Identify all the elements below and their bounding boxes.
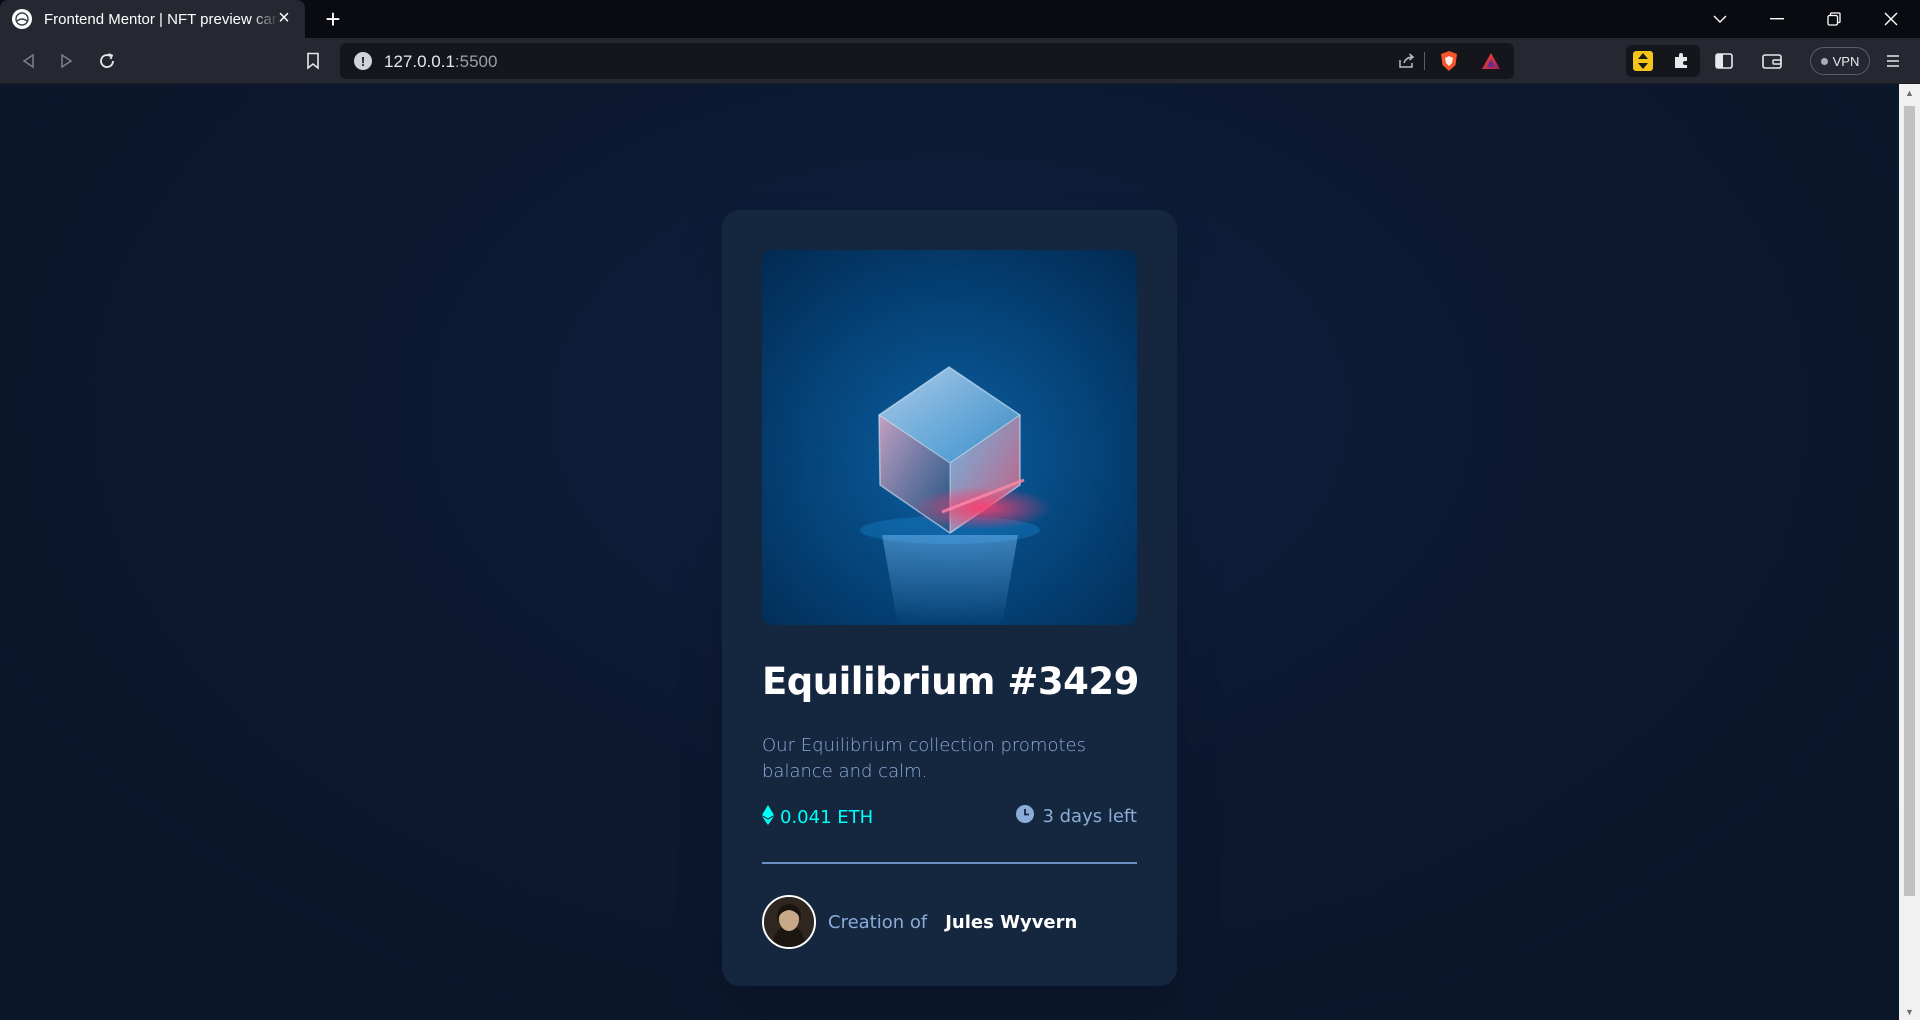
extensions-group bbox=[1626, 45, 1700, 77]
price-value: 0.041 ETH bbox=[780, 807, 874, 828]
forward-icon[interactable] bbox=[52, 46, 82, 76]
creator-prefix: Creation of bbox=[828, 911, 928, 933]
url-host: 127.0.0.1 bbox=[384, 52, 455, 71]
nft-description: Our Equilibrium collection promotes bala… bbox=[762, 735, 1086, 782]
info-icon[interactable]: ! bbox=[354, 52, 372, 70]
creator: Creation of Jules Wyvern bbox=[762, 895, 1077, 949]
scroll-up-icon[interactable]: ▲ bbox=[1899, 84, 1920, 101]
ethereum-icon bbox=[762, 805, 774, 830]
address-bar[interactable]: ! 127.0.0.1:5500 bbox=[340, 43, 1514, 79]
vpn-status-dot bbox=[1820, 57, 1828, 65]
close-icon[interactable]: × bbox=[273, 7, 295, 29]
browser-toolbar: ! 127.0.0.1:5500 VPN bbox=[0, 38, 1920, 84]
page-viewport: Equilibrium #3429 Our Equilibrium collec… bbox=[0, 84, 1899, 1020]
scrollbar[interactable]: ▲ ▼ bbox=[1899, 84, 1920, 1020]
wallet-icon[interactable] bbox=[1757, 46, 1787, 76]
time-left-value: 3 days left bbox=[1042, 806, 1137, 827]
nft-title[interactable]: Equilibrium #3429 bbox=[762, 660, 1139, 703]
menu-icon[interactable] bbox=[1878, 46, 1908, 76]
url-port: :5500 bbox=[454, 52, 498, 71]
omnibox-separator bbox=[1424, 52, 1425, 70]
divider bbox=[762, 862, 1137, 864]
tab-title: Frontend Mentor | NFT preview card compo… bbox=[44, 10, 279, 28]
time-left: 3 days left bbox=[1016, 805, 1137, 828]
scroll-thumb[interactable] bbox=[1904, 106, 1915, 896]
close-window-icon[interactable] bbox=[1863, 0, 1919, 38]
creator-name[interactable]: Jules Wyvern bbox=[945, 912, 1077, 933]
plus-icon[interactable]: + bbox=[318, 4, 348, 34]
brave-shield-icon[interactable] bbox=[1434, 46, 1464, 76]
vpn-label: VPN bbox=[1832, 53, 1860, 69]
globe-icon bbox=[12, 9, 32, 29]
puzzle-icon[interactable] bbox=[1666, 46, 1696, 76]
active-tab[interactable]: Frontend Mentor | NFT preview card compo… bbox=[0, 0, 305, 38]
avatar bbox=[762, 895, 816, 949]
nft-image[interactable] bbox=[762, 250, 1137, 625]
reload-icon[interactable] bbox=[92, 46, 122, 76]
share-icon[interactable] bbox=[1392, 46, 1422, 76]
chevron-down-icon[interactable] bbox=[1692, 0, 1748, 38]
url-text: 127.0.0.1:5500 bbox=[384, 52, 497, 72]
nft-card: Equilibrium #3429 Our Equilibrium collec… bbox=[722, 210, 1177, 986]
tab-bar: Frontend Mentor | NFT preview card compo… bbox=[0, 0, 1920, 38]
back-icon[interactable] bbox=[13, 46, 43, 76]
brave-rewards-icon[interactable] bbox=[1476, 46, 1506, 76]
vpn-button[interactable]: VPN bbox=[1810, 47, 1870, 75]
scroll-down-icon[interactable]: ▼ bbox=[1899, 1003, 1920, 1020]
restore-icon[interactable] bbox=[1806, 0, 1862, 38]
price: 0.041 ETH bbox=[762, 805, 873, 830]
sidebar-icon[interactable] bbox=[1709, 46, 1739, 76]
bookmark-icon[interactable] bbox=[298, 46, 328, 76]
price-row: 0.041 ETH 3 days left bbox=[762, 805, 1137, 835]
extension-icon[interactable] bbox=[1628, 46, 1658, 76]
clock-icon bbox=[1016, 805, 1035, 828]
minimize-icon[interactable] bbox=[1749, 0, 1805, 38]
